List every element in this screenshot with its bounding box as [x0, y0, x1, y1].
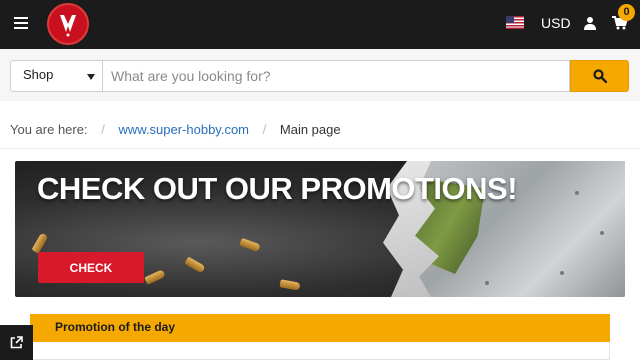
- logo-emblem-icon: [60, 15, 76, 37]
- site-logo[interactable]: [47, 3, 89, 45]
- breadcrumb: You are here: / www.super-hobby.com / Ma…: [10, 122, 341, 137]
- cart-count-badge: 0: [618, 4, 635, 21]
- rivet-graphic: [600, 231, 604, 235]
- search-bar: Shop: [0, 49, 640, 101]
- banner-title: CHECK OUT OUR PROMOTIONS!: [37, 171, 518, 206]
- divider: [0, 148, 640, 149]
- hamburger-icon[interactable]: [14, 17, 28, 29]
- currency-selector[interactable]: USD: [541, 15, 571, 31]
- bullet-graphic: [31, 232, 49, 254]
- breadcrumb-link-home[interactable]: www.super-hobby.com: [118, 122, 249, 137]
- top-header: USD 0: [0, 0, 640, 49]
- bullet-graphic: [144, 269, 166, 285]
- breadcrumb-current: Main page: [279, 122, 341, 137]
- bullet-graphic: [239, 237, 261, 253]
- promotions-banner[interactable]: CHECK OUT OUR PROMOTIONS! CHECK: [15, 161, 625, 297]
- breadcrumb-separator: /: [101, 122, 105, 137]
- check-button[interactable]: CHECK: [38, 252, 144, 283]
- search-button[interactable]: [570, 60, 629, 92]
- promotion-of-day-header: Promotion of the day: [30, 314, 610, 342]
- us-flag-icon[interactable]: [506, 16, 524, 29]
- bullet-graphic: [279, 279, 301, 291]
- search-input[interactable]: [102, 60, 570, 92]
- rivet-graphic: [575, 191, 579, 195]
- bullet-graphic: [184, 256, 206, 274]
- external-link-button[interactable]: [0, 325, 33, 360]
- promotion-of-day-title: Promotion of the day: [55, 320, 175, 334]
- search-category-select[interactable]: Shop: [10, 60, 103, 92]
- search-category-label: Shop: [23, 67, 54, 82]
- rivet-graphic: [485, 281, 489, 285]
- breadcrumb-separator: /: [262, 122, 267, 137]
- chevron-down-icon: [87, 74, 95, 80]
- promotion-of-day-body: [30, 342, 610, 360]
- breadcrumb-prefix: You are here:: [10, 122, 88, 137]
- rivet-graphic: [560, 271, 564, 275]
- search-icon: [592, 69, 607, 83]
- external-link-icon: [10, 336, 23, 349]
- user-icon[interactable]: [584, 16, 596, 30]
